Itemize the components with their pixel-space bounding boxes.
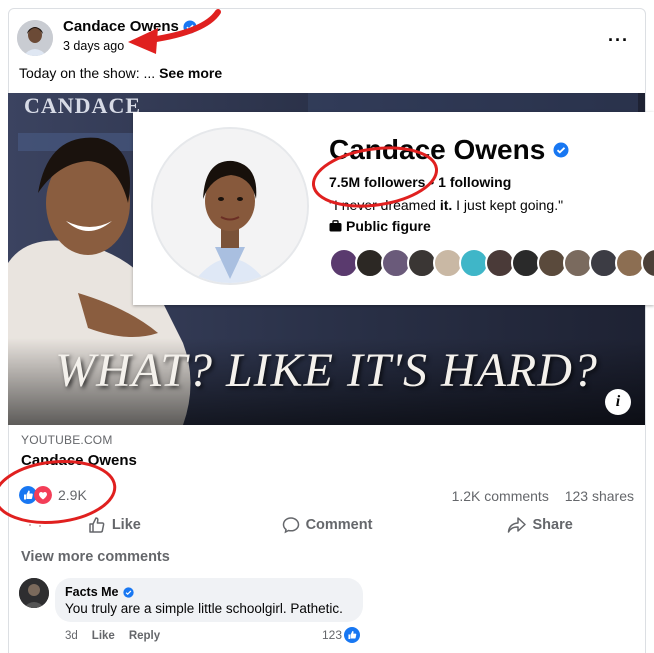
comment-author[interactable]: Facts Me xyxy=(65,585,353,599)
share-button[interactable]: Share xyxy=(433,510,646,540)
comment-time[interactable]: 3d xyxy=(65,630,78,642)
thumbs-up-icon xyxy=(89,517,105,533)
mutual-followers-avatars xyxy=(329,248,654,278)
verified-badge-icon xyxy=(183,19,197,34)
like-button[interactable]: Like xyxy=(8,510,221,540)
comment-reply-button[interactable]: Reply xyxy=(129,630,160,642)
verified-badge-icon xyxy=(122,586,134,598)
comments-count[interactable]: 1.2K comments xyxy=(452,488,549,504)
author-avatar[interactable] xyxy=(17,20,53,56)
shares-count[interactable]: 123 shares xyxy=(565,488,634,504)
comment-like-button[interactable]: Like xyxy=(92,630,115,642)
share-arrow-icon xyxy=(507,517,526,533)
post-caption: Today on the show: ... See more xyxy=(19,65,222,81)
info-icon[interactable]: i xyxy=(605,389,631,415)
profile-card-bio: "I never dreamed it. I just kept going." xyxy=(329,197,563,213)
bio-text-end: I just kept going." xyxy=(452,197,564,213)
share-label: Share xyxy=(532,517,573,533)
more-options-icon[interactable]: ··· xyxy=(608,30,629,51)
comment-meta: 3d Like Reply xyxy=(65,630,160,642)
profile-card-name[interactable]: Candace Owens xyxy=(329,134,569,166)
media-banner-text: CANDACE xyxy=(24,93,141,118)
comment-bubble-icon xyxy=(282,517,299,534)
category-label: Public figure xyxy=(346,218,431,234)
like-reaction-icon xyxy=(344,627,361,643)
comment-label: Comment xyxy=(305,517,373,533)
media-headline: WHAT? LIKE IT'S HARD? xyxy=(55,344,598,397)
bio-text-bold: it. xyxy=(439,197,453,213)
profile-card-category: Public figure xyxy=(329,218,431,234)
stats-separator: • xyxy=(425,174,439,190)
post-author[interactable]: Candace Owens xyxy=(63,18,197,35)
verified-badge-icon xyxy=(553,142,569,158)
reactions-summary[interactable]: 2.9K xyxy=(19,486,87,504)
following-count[interactable]: 1 following xyxy=(438,174,511,190)
see-more-link[interactable]: See more xyxy=(159,65,222,81)
follower-avatar[interactable] xyxy=(641,248,654,278)
link-domain[interactable]: YOUTUBE.COM xyxy=(21,433,113,447)
view-more-comments-link[interactable]: View more comments xyxy=(21,549,170,565)
reactions-count[interactable]: 2.9K xyxy=(58,487,87,503)
comment-button[interactable]: Comment xyxy=(221,510,434,540)
profile-card-stats: 7.5M followers • 1 following xyxy=(329,174,511,190)
caption-text: Today on the show: ... xyxy=(19,65,156,81)
engagement-stats: 1.2K comments 123 shares xyxy=(440,488,634,504)
love-reaction-icon xyxy=(34,486,52,504)
post-timestamp[interactable]: 3 days ago xyxy=(63,39,124,53)
commenter-avatar[interactable] xyxy=(19,578,49,608)
post-author-name[interactable]: Candace Owens xyxy=(63,18,179,35)
comment-author-name[interactable]: Facts Me xyxy=(65,585,119,599)
comment-reactions-count: 123 xyxy=(322,628,343,642)
profile-card-avatar[interactable] xyxy=(151,127,309,285)
followers-count[interactable]: 7.5M followers xyxy=(329,174,425,190)
link-title[interactable]: Candace Owens xyxy=(21,452,137,469)
profile-card-name-text[interactable]: Candace Owens xyxy=(329,134,545,166)
comment-reactions[interactable]: 123 xyxy=(322,627,361,643)
bio-text-start: "I never dreamed xyxy=(329,197,440,213)
post-action-bar: Like Comment Share xyxy=(8,510,646,540)
comment-text: You truly are a simple little schoolgirl… xyxy=(65,601,343,616)
like-label: Like xyxy=(111,517,141,533)
briefcase-icon xyxy=(329,220,342,232)
profile-hover-card: Candace Owens 7.5M followers • 1 followi… xyxy=(133,112,654,305)
facebook-post-screenshot: Candace Owens 3 days ago ··· Today on th… xyxy=(0,0,654,653)
comment-bubble: Facts Me You truly are a simple little s… xyxy=(55,578,363,622)
